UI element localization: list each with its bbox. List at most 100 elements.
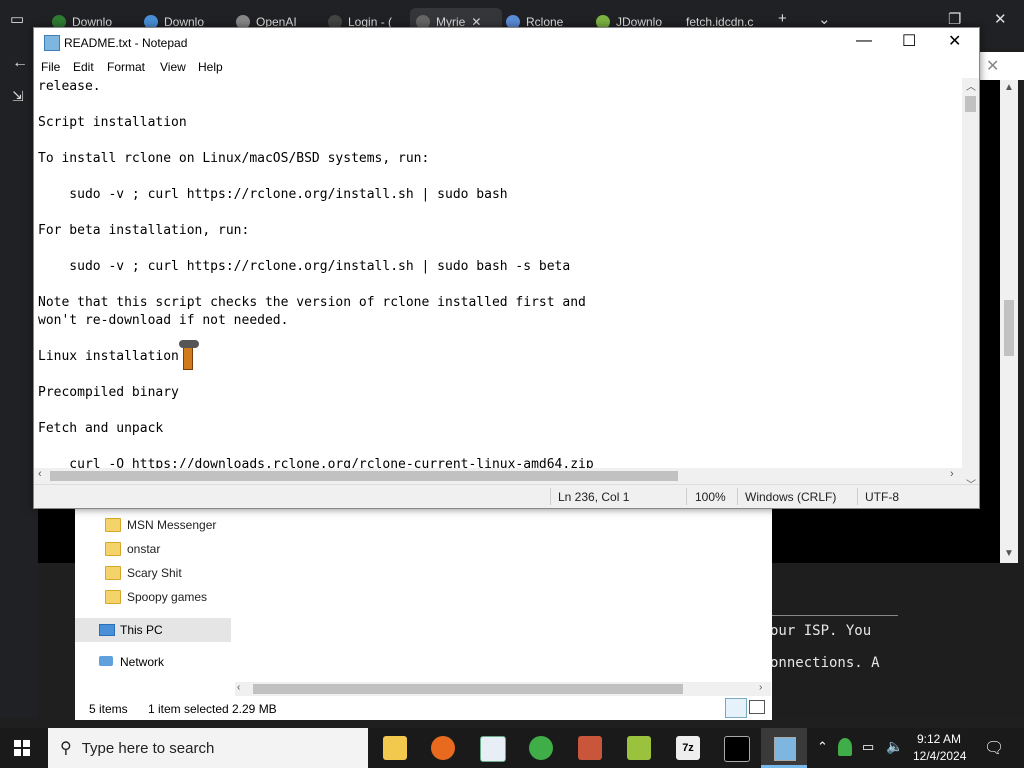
back-arrow-icon[interactable]: ← — [12, 54, 28, 72]
scroll-down-icon[interactable]: ▼ — [1004, 548, 1014, 559]
tree-item-folder[interactable]: Scary Shit — [105, 566, 182, 580]
text-line — [38, 330, 958, 348]
text-line — [38, 366, 958, 384]
volume-icon[interactable]: 🔈 — [886, 738, 903, 755]
text-line: release. — [38, 79, 101, 94]
app-cube-icon[interactable] — [578, 736, 602, 760]
text-line — [38, 168, 958, 186]
network-tray-icon[interactable]: ▭ — [862, 739, 874, 755]
tree-item-this-pc[interactable]: This PC — [75, 618, 231, 642]
tab-actions-icon[interactable]: ▭ — [10, 10, 24, 28]
scroll-up-icon[interactable]: ▲ — [1004, 82, 1014, 93]
terminal-icon[interactable] — [724, 736, 750, 762]
close-icon[interactable]: ✕ — [948, 31, 961, 51]
taskbar: ⚲ Type here to search 7z ⌃ ▭ 🔈 9:12 AM 1… — [0, 728, 1024, 768]
window-title: README.txt - Notepad — [64, 36, 188, 50]
text-editor[interactable]: release. Script installation To install … — [38, 78, 958, 496]
text-line: Linux installation — [38, 349, 179, 364]
scroll-up-icon[interactable]: ︿ — [966, 78, 976, 93]
horizontal-scrollbar[interactable]: ‹ › — [34, 468, 962, 484]
clock[interactable]: 9:12 AM 12/4/2024 — [913, 732, 967, 763]
text-line — [38, 276, 958, 294]
tree-item-folder[interactable]: Spoopy games — [105, 590, 207, 604]
page-text-line: our ISP. You — [770, 623, 872, 639]
scroll-thumb[interactable] — [1004, 300, 1014, 356]
tree-item-folder[interactable]: MSN Messenger — [105, 518, 216, 532]
notifications-icon[interactable]: 🗨 — [984, 738, 1004, 758]
scroll-left-icon[interactable]: ‹ — [237, 682, 240, 693]
scroll-right-icon[interactable]: › — [950, 468, 954, 480]
scroll-right-icon[interactable]: › — [759, 682, 762, 693]
file-explorer-window: MSN Messenger onstar Scary Shit Spoopy g… — [75, 498, 772, 720]
details-view-icon[interactable] — [725, 698, 747, 718]
7zip-icon[interactable]: 7z — [676, 736, 700, 760]
text-line: Note that this script checks the version… — [38, 295, 586, 310]
taskbar-active-app[interactable] — [761, 728, 807, 768]
text-line: Fetch and unpack — [38, 421, 164, 436]
page-text-line: onnections. A — [770, 655, 880, 671]
divider — [550, 488, 551, 505]
browser-dialog-strip: ✕ — [978, 52, 1024, 80]
menu-format[interactable]: Format — [107, 60, 145, 74]
file-explorer-icon[interactable] — [383, 736, 407, 760]
large-icons-view-icon[interactable] — [749, 700, 765, 714]
close-icon[interactable]: ✕ — [994, 10, 1007, 28]
menu-view[interactable]: View — [160, 60, 186, 74]
text-line: To install rclone on Linux/macOS/BSD sys… — [38, 151, 430, 166]
windows-start-icon[interactable] — [14, 740, 30, 756]
notepad-icon — [44, 35, 60, 51]
divider — [686, 488, 687, 505]
maximize-icon[interactable]: ☐ — [902, 31, 916, 51]
messenger-tray-icon[interactable] — [838, 738, 852, 756]
tree-item-label: MSN Messenger — [127, 518, 217, 532]
vertical-scrollbar[interactable]: ︿ ﹀ — [962, 78, 979, 494]
close-icon[interactable]: ✕ — [986, 56, 999, 76]
tree-item-label: onstar — [127, 542, 161, 556]
text-line: sudo -v ; curl https://rclone.org/instal… — [38, 259, 571, 274]
tree-item-label: Spoopy games — [127, 590, 208, 604]
status-position: Ln 236, Col 1 — [558, 490, 630, 504]
tree-item-label: Scary Shit — [127, 566, 182, 580]
clock-time: 9:12 AM — [916, 732, 962, 746]
firefox-icon[interactable] — [431, 736, 455, 760]
new-tab-icon[interactable]: + — [778, 10, 787, 27]
sign-in-icon[interactable]: ⇲ — [12, 88, 24, 105]
chevron-up-icon[interactable]: ⌃ — [817, 739, 828, 755]
menu-file[interactable]: File — [41, 60, 60, 74]
menu-bar: File Edit Format View Help — [34, 58, 979, 78]
folder-icon — [105, 566, 121, 580]
messenger-icon[interactable] — [529, 736, 553, 760]
status-selected: 1 item selected — [148, 702, 229, 716]
notepad-icon — [774, 737, 796, 761]
menu-edit[interactable]: Edit — [73, 60, 94, 74]
text-line — [38, 96, 958, 114]
chevron-down-icon[interactable]: ⌄ — [818, 10, 831, 28]
scroll-thumb[interactable] — [965, 96, 976, 112]
jdownloader-icon[interactable] — [627, 736, 651, 760]
tree-item-label: This PC — [120, 623, 163, 637]
explorer-hscrollbar[interactable]: ‹ › — [235, 682, 771, 696]
notepad-titlebar[interactable]: README.txt - Notepad — ☐ ✕ — [34, 28, 979, 58]
text-line — [38, 132, 958, 150]
scroll-thumb[interactable] — [50, 471, 678, 481]
folder-icon — [105, 542, 121, 556]
scroll-thumb[interactable] — [253, 684, 683, 694]
tree-item-network[interactable]: Network — [75, 650, 231, 674]
clock-date: 12/4/2024 — [913, 749, 967, 763]
taskbar-search[interactable]: ⚲ Type here to search — [48, 728, 368, 768]
menu-help[interactable]: Help — [198, 60, 223, 74]
restore-icon[interactable]: ❐ — [948, 10, 961, 28]
scroll-left-icon[interactable]: ‹ — [38, 468, 42, 480]
tree-item-folder[interactable]: onstar — [105, 542, 160, 556]
folder-icon — [105, 590, 121, 604]
text-line — [38, 402, 958, 420]
browser-scrollbar[interactable]: ▲ ▼ — [1000, 80, 1018, 563]
status-zoom: 100% — [695, 490, 726, 504]
network-icon — [99, 656, 113, 666]
cursor-icon — [177, 340, 199, 370]
text-line: sudo -v ; curl https://rclone.org/instal… — [38, 187, 508, 202]
app-window-icon[interactable] — [480, 736, 506, 762]
minimize-icon[interactable]: — — [856, 32, 872, 50]
status-line-ending: Windows (CRLF) — [745, 490, 837, 504]
text-line: won't re-download if not needed. — [38, 313, 289, 328]
